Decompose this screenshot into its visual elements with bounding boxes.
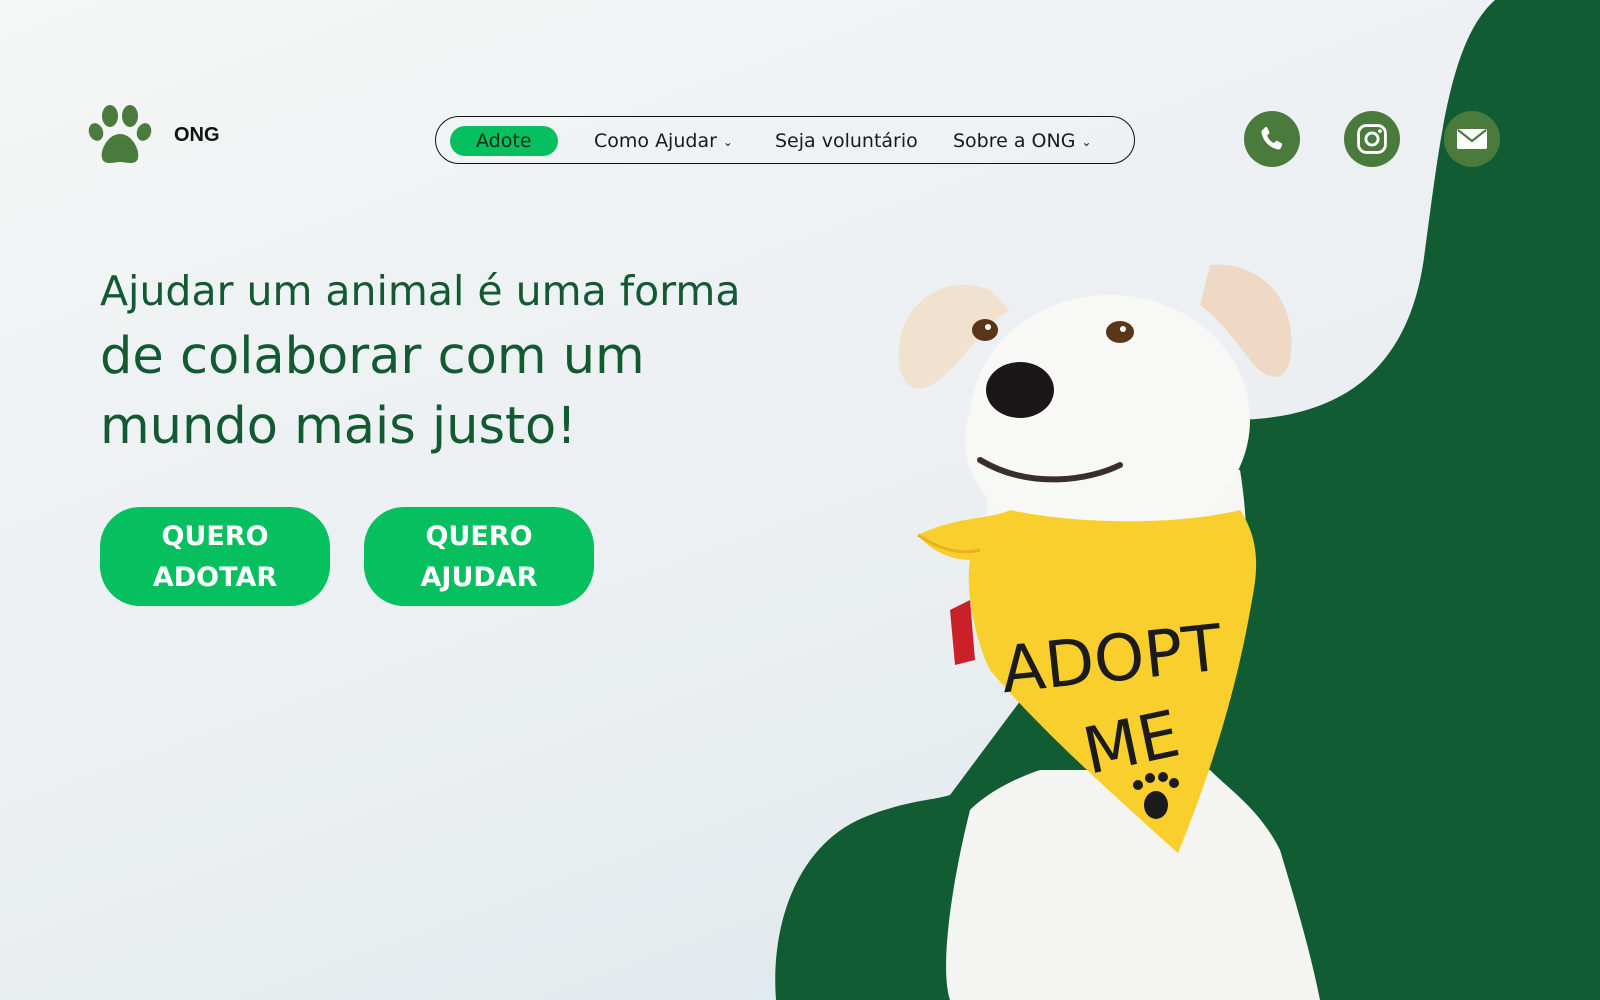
help-button-label: QUERO AJUDAR <box>421 516 538 598</box>
instagram-button[interactable] <box>1344 111 1400 167</box>
nav-item-adote[interactable]: Adote <box>450 126 558 156</box>
nav-item-seja-voluntario[interactable]: Seja voluntário <box>775 126 918 156</box>
help-button-line-2: AJUDAR <box>420 561 538 593</box>
adopt-button-line-2: ADOTAR <box>152 561 278 593</box>
hero-headline-line-1: Ajudar um animal é uma forma <box>100 267 741 315</box>
brand-name: ONG <box>174 123 220 146</box>
nav-item-seja-voluntario-label: Seja voluntário <box>775 130 918 152</box>
adopt-button-line-1: QUERO <box>161 520 269 552</box>
help-button[interactable]: QUERO AJUDAR <box>364 507 594 606</box>
main-nav: Adote Como Ajudar ⌄ Seja voluntário Sobre… <box>435 116 1135 164</box>
dog-with-bandana-image: ADOPT ME <box>898 264 1320 1000</box>
hero-headline: Ajudar um animal é uma forma de colabora… <box>100 260 740 462</box>
phone-button[interactable] <box>1244 111 1300 167</box>
mail-icon <box>1457 129 1487 149</box>
adopt-button-label: QUERO ADOTAR <box>153 516 277 598</box>
instagram-icon <box>1357 124 1387 154</box>
paw-icon <box>88 105 152 163</box>
nav-item-sobre-ong[interactable]: Sobre a ONG ⌄ <box>953 126 1092 156</box>
nav-item-sobre-ong-label: Sobre a ONG <box>953 130 1076 152</box>
chevron-down-icon: ⌄ <box>722 135 733 149</box>
help-button-line-1: QUERO <box>425 520 533 552</box>
adopt-button[interactable]: QUERO ADOTAR <box>100 507 330 606</box>
hero-headline-line-2: de colaborar com um <box>100 327 645 386</box>
phone-icon <box>1261 126 1283 150</box>
hero-headline-line-3: mundo mais justo! <box>100 397 577 456</box>
nav-item-adote-label: Adote <box>476 130 532 152</box>
nav-item-como-ajudar[interactable]: Como Ajudar ⌄ <box>594 126 733 156</box>
chevron-down-icon: ⌄ <box>1081 135 1092 149</box>
brand-logo[interactable]: ONG <box>88 104 220 166</box>
nav-item-como-ajudar-label: Como Ajudar <box>594 130 717 152</box>
mail-button[interactable] <box>1444 111 1500 167</box>
